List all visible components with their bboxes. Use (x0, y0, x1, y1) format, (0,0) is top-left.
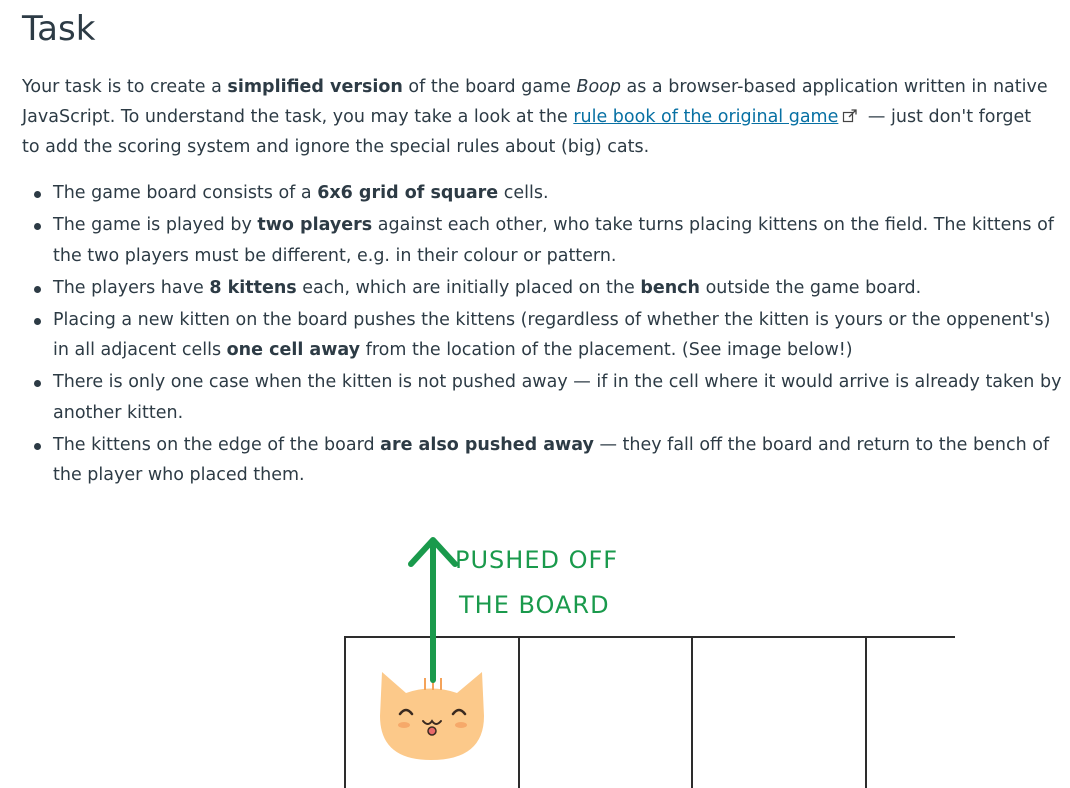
list-item: Placing a new kitten on the board pushes… (22, 305, 1062, 366)
kitten-icon (380, 672, 484, 760)
rule-text: cells. (498, 183, 549, 203)
list-item: The game is played by two players agains… (22, 210, 1062, 271)
list-item: The game board consists of a 6x6 grid of… (22, 178, 1062, 209)
rules-list: The game board consists of a 6x6 grid of… (22, 178, 1062, 492)
list-item: There is only one case when the kitten i… (22, 367, 1062, 428)
rule-emphasis: 6x6 grid of square (317, 183, 499, 203)
rule-emphasis: 8 kittens (209, 277, 297, 298)
rule-book-link[interactable]: rule book of the original game (573, 107, 838, 127)
intro-text-1: Your task is to create a (22, 77, 228, 97)
rule-emphasis: two players (257, 215, 373, 235)
intro-paragraph: Your task is to create a simplified vers… (22, 72, 1052, 162)
bullet (34, 442, 41, 450)
intro-bold-simplified: simplified version (227, 77, 403, 97)
rule-text: each, which are initially placed on the (296, 277, 641, 298)
list-item: The kittens on the edge of the board are… (22, 430, 1062, 491)
page-title: Task (22, 9, 96, 49)
rule-text: from the location of the placement. (See… (360, 340, 853, 360)
list-item: The players have 8 kittens each, which a… (22, 273, 1062, 304)
external-link-icon[interactable] (842, 109, 858, 123)
intro-game-name: Boop (576, 77, 621, 97)
bullet (34, 285, 41, 293)
pushed-off-label: PUSHED OFF (455, 546, 618, 574)
push-illustration: PUSHED OFF THE BOARD (344, 537, 955, 788)
bullet (34, 223, 41, 230)
rule-emphasis: one cell away (226, 340, 361, 360)
rule-text: The game board consists of a (53, 183, 318, 203)
the-board-label: THE BOARD (458, 591, 610, 619)
intro-text-2: of the board game (402, 77, 577, 97)
rule-text: The players have (53, 277, 210, 298)
bullet (34, 191, 41, 198)
rule-emphasis: are also pushed away (380, 434, 594, 455)
rule-text: The kittens on the edge of the board (53, 434, 381, 455)
bullet (34, 380, 41, 387)
rule-text: There is only one case when the kitten i… (53, 372, 1062, 423)
rule-text: The game is played by (53, 215, 258, 235)
rule-emphasis: bench (640, 277, 700, 298)
bullet (34, 317, 41, 325)
rule-text: outside the game board. (700, 277, 922, 298)
